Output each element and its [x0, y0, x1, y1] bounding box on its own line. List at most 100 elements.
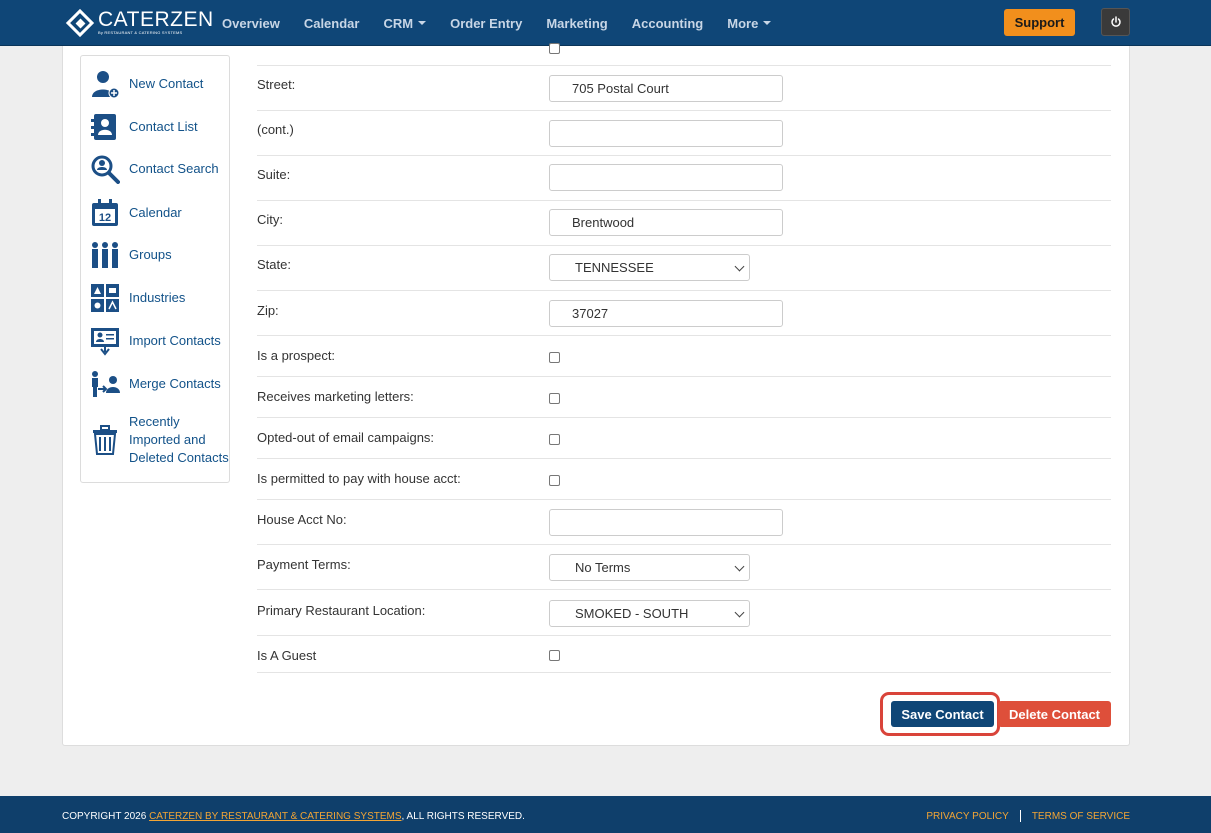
sidebar-item-merge-contacts[interactable]: Merge Contacts	[89, 368, 221, 400]
suite-input[interactable]	[549, 164, 783, 191]
caterzen-logo[interactable]: CATERZEN By RESTAURANT & CATERING SYSTEM…	[65, 8, 214, 38]
street-cont-label: (cont.)	[257, 122, 294, 137]
street-cont-input[interactable]	[549, 120, 783, 147]
copyright: COPYRIGHT 2026 CATERZEN BY RESTAURANT & …	[62, 811, 525, 822]
form-row-city: City:	[257, 201, 1111, 246]
form-row-partial	[257, 43, 1111, 66]
sidebar-item-contact-search[interactable]: Contact Search	[89, 153, 219, 185]
form-row-guest: Is A Guest	[257, 636, 1111, 673]
chevron-down-icon	[763, 21, 772, 25]
delete-contact-button[interactable]: Delete Contact	[998, 701, 1111, 727]
add-person-icon	[89, 68, 121, 100]
support-button[interactable]: Support	[1004, 9, 1075, 36]
chevron-down-icon	[734, 607, 745, 618]
payment-terms-select[interactable]: No Terms	[549, 554, 750, 581]
sidebar-item-groups[interactable]: Groups	[89, 239, 172, 271]
sidebar-item-recently-imported-deleted[interactable]: Recently Imported and Deleted Contacts	[89, 413, 233, 467]
nav-more[interactable]: More	[715, 16, 783, 31]
footer-links: PRIVACY POLICY TERMS OF SERVICE	[926, 810, 1130, 822]
nav-marketing[interactable]: Marketing	[534, 16, 619, 31]
terms-of-service-link[interactable]: TERMS OF SERVICE	[1032, 811, 1130, 822]
crm-sidebar: New Contact Contact List Contact Search …	[80, 55, 230, 483]
suite-label: Suite:	[257, 167, 291, 182]
form-row-house-acct: House Acct No:	[257, 500, 1111, 545]
contact-book-icon	[89, 111, 121, 143]
footer-divider	[1019, 810, 1021, 822]
chevron-down-icon	[734, 561, 745, 572]
caterzen-footer-link[interactable]: CATERZEN BY RESTAURANT & CATERING SYSTEM…	[149, 811, 401, 822]
sidebar-item-label: Recently Imported and Deleted Contacts	[129, 414, 229, 465]
search-person-icon	[89, 153, 121, 185]
guest-checkbox[interactable]	[549, 650, 560, 661]
sidebar-item-label: Groups	[129, 247, 172, 262]
guest-label: Is A Guest	[257, 648, 317, 663]
payment-terms-selected-value: No Terms	[575, 560, 631, 575]
restaurant-location-select[interactable]: SMOKED - SOUTH	[549, 600, 750, 627]
prospect-checkbox[interactable]	[549, 352, 560, 363]
form-row-payment-terms: Payment Terms: No Terms	[257, 545, 1111, 590]
house-pay-label: Is permitted to pay with house acct:	[257, 471, 461, 486]
city-input[interactable]	[549, 209, 783, 236]
form-row-house-pay: Is permitted to pay with house acct:	[257, 459, 1111, 500]
privacy-policy-link[interactable]: PRIVACY POLICY	[926, 811, 1008, 822]
power-icon	[1110, 16, 1121, 27]
optout-label: Opted-out of email campaigns:	[257, 430, 435, 445]
house-acct-input[interactable]	[549, 509, 783, 536]
sidebar-item-label: Contact List	[129, 119, 198, 134]
prospect-label: Is a prospect:	[257, 348, 336, 363]
nav-accounting[interactable]: Accounting	[620, 16, 716, 31]
sidebar-item-import-contacts[interactable]: Import Contacts	[89, 325, 221, 357]
state-selected-value: TENNESSEE	[575, 260, 654, 275]
restaurant-location-selected-value: SMOKED - SOUTH	[575, 606, 689, 621]
marketing-letters-checkbox[interactable]	[549, 393, 560, 404]
zip-input[interactable]	[549, 300, 783, 327]
svg-text:12: 12	[99, 212, 111, 224]
logo-diamond-icon	[65, 8, 95, 38]
logout-button[interactable]	[1101, 8, 1130, 36]
chevron-down-icon	[418, 21, 427, 25]
sidebar-item-industries[interactable]: Industries	[89, 282, 185, 314]
sidebar-item-contact-list[interactable]: Contact List	[89, 111, 198, 143]
city-label: City:	[257, 212, 283, 227]
logo-name: CATERZEN	[98, 8, 214, 31]
payment-terms-label: Payment Terms:	[257, 557, 351, 572]
restaurant-location-label: Primary Restaurant Location:	[257, 603, 426, 618]
calendar-icon: 12	[89, 197, 121, 229]
sidebar-item-label: Import Contacts	[129, 333, 221, 348]
form-row-zip: Zip:	[257, 291, 1111, 336]
marketing-letters-label: Receives marketing letters:	[257, 389, 414, 404]
sidebar-item-new-contact[interactable]: New Contact	[89, 68, 203, 100]
house-acct-label: House Acct No:	[257, 512, 347, 527]
house-pay-checkbox[interactable]	[549, 475, 560, 486]
save-contact-button[interactable]: Save Contact	[891, 701, 994, 727]
main-nav: Overview Calendar CRM Order Entry Market…	[210, 0, 783, 46]
sidebar-item-label: Industries	[129, 290, 186, 305]
form-row-suite: Suite:	[257, 156, 1111, 201]
import-icon	[89, 325, 121, 357]
sidebar-item-calendar[interactable]: 12 Calendar	[89, 197, 182, 229]
footer: COPYRIGHT 2026 CATERZEN BY RESTAURANT & …	[0, 796, 1211, 833]
nav-calendar[interactable]: Calendar	[292, 16, 372, 31]
form-row-state: State: TENNESSEE	[257, 246, 1111, 291]
form-row-cont: (cont.)	[257, 111, 1111, 156]
nav-crm[interactable]: CRM	[371, 16, 438, 31]
trash-icon	[89, 424, 121, 456]
partial-checkbox[interactable]	[549, 43, 560, 54]
nav-order-entry[interactable]: Order Entry	[438, 16, 534, 31]
chevron-down-icon	[734, 261, 745, 272]
street-input[interactable]	[549, 75, 783, 102]
zip-label: Zip:	[257, 303, 279, 318]
state-select[interactable]: TENNESSEE	[549, 254, 750, 281]
top-navbar: CATERZEN By RESTAURANT & CATERING SYSTEM…	[0, 0, 1211, 46]
form-row-street: Street:	[257, 66, 1111, 111]
form-row-optout: Opted-out of email campaigns:	[257, 418, 1111, 459]
optout-checkbox[interactable]	[549, 434, 560, 445]
form-row-marketing: Receives marketing letters:	[257, 377, 1111, 418]
nav-overview[interactable]: Overview	[210, 16, 292, 31]
sidebar-item-label: Contact Search	[129, 161, 219, 176]
sidebar-item-label: New Contact	[129, 76, 204, 91]
merge-icon	[89, 368, 121, 400]
form-row-prospect: Is a prospect:	[257, 336, 1111, 377]
industries-icon	[89, 282, 121, 314]
state-label: State:	[257, 257, 291, 272]
